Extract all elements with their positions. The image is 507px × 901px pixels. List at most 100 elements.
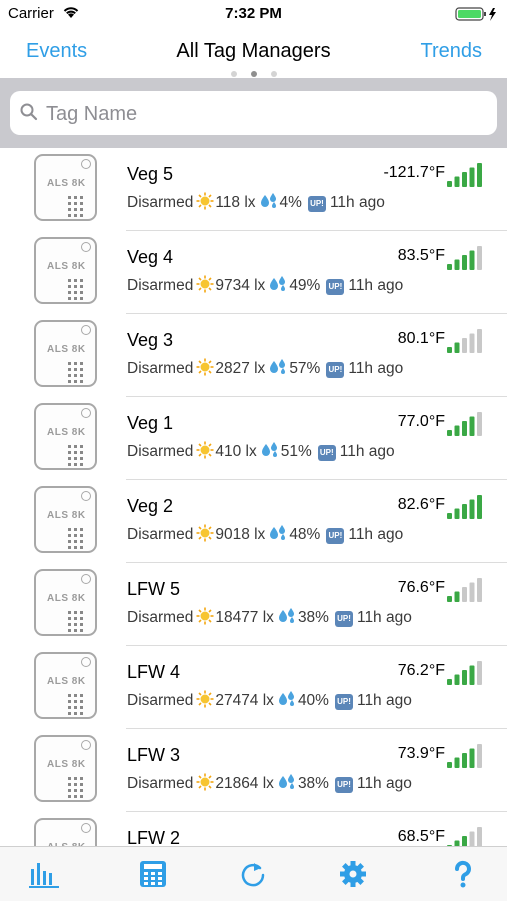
device-label: ALS 8K: [47, 427, 86, 438]
tag-temperature: 76.2°F: [397, 662, 445, 679]
signal-strength-icon: [445, 162, 485, 193]
search-input[interactable]: [44, 97, 488, 131]
sun-icon: [196, 607, 214, 630]
tag-humidity: 4%: [279, 194, 302, 211]
tag-temperature: 82.6°F: [397, 496, 445, 513]
tag-humidity: 38%: [297, 775, 329, 792]
tag-details: Disarmed 118 lx 4% UP! 11h ago: [127, 192, 385, 215]
signal-strength-icon: [445, 826, 485, 846]
up-badge-icon: UP!: [326, 528, 345, 544]
tag-name: Veg 3: [127, 330, 174, 350]
sun-icon: [196, 192, 214, 215]
page-dot[interactable]: [230, 71, 237, 77]
tag-name: LFW 4: [127, 662, 181, 682]
tag-details: Disarmed 18477 lx 38% UP! 11h ago: [127, 607, 412, 630]
tag-row[interactable]: ALS 8K Veg 1 77.0°F Disarmed 410 lx 51% UP! 11h…: [0, 397, 507, 480]
device-label: ALS 8K: [47, 759, 86, 770]
humidity-icon: [277, 690, 297, 713]
tag-humidity: 51%: [280, 443, 312, 460]
humidity-icon: [277, 773, 297, 796]
status-bar: Carrier 7:32 PM: [0, 0, 507, 28]
tag-details: Disarmed 9734 lx 49% UP! 11h ago: [127, 275, 403, 298]
gear-icon[interactable]: [338, 859, 370, 889]
tag-details: Disarmed 21864 lx 38% UP! 11h ago: [127, 773, 412, 796]
refresh-icon[interactable]: [238, 859, 270, 889]
humidity-icon: [260, 441, 280, 464]
humidity-icon: [277, 607, 297, 630]
signal-strength-icon: [445, 577, 485, 608]
tag-updated: 11h ago: [356, 775, 412, 792]
up-badge-icon: UP!: [326, 279, 345, 295]
tag-name: LFW 3: [127, 745, 181, 765]
tag-status: Disarmed: [127, 277, 194, 294]
tag-device-icon: ALS 8K: [34, 154, 97, 221]
signal-strength-icon: [445, 660, 485, 691]
up-badge-icon: UP!: [307, 196, 326, 212]
sun-icon: [196, 524, 214, 547]
tag-row[interactable]: ALS 8K Veg 5 -121.7°F Disarmed 118 lx 4% UP! 11…: [0, 148, 507, 231]
page-dot[interactable]: [270, 71, 277, 77]
signal-strength-icon: [445, 245, 485, 276]
tag-row[interactable]: ALS 8K Veg 4 83.5°F Disarmed 9734 lx 49% UP! 11…: [0, 231, 507, 314]
help-icon[interactable]: [448, 859, 480, 889]
tag-row[interactable]: ALS 8K LFW 3 73.9°F Disarmed 21864 lx 38% UP! 1…: [0, 729, 507, 812]
humidity-icon: [268, 524, 288, 547]
calculator-icon[interactable]: [138, 859, 170, 889]
tag-name: LFW 2: [127, 828, 181, 846]
sun-icon: [196, 275, 214, 298]
tag-row[interactable]: ALS 8K LFW 2 68.5°F: [0, 812, 507, 846]
device-label: ALS 8K: [47, 261, 86, 272]
tag-device-icon: ALS 8K: [34, 818, 97, 846]
tag-lux: 18477 lx: [215, 609, 274, 626]
sun-icon: [196, 773, 214, 796]
signal-strength-icon: [445, 743, 485, 774]
tag-updated: 11h ago: [329, 194, 385, 211]
tag-list[interactable]: ALS 8K Veg 5 -121.7°F Disarmed 118 lx 4% UP! 11…: [0, 148, 507, 846]
tag-details: Disarmed 2827 lx 57% UP! 11h ago: [127, 358, 403, 381]
tag-updated: 11h ago: [348, 360, 404, 377]
tag-temperature: 68.5°F: [397, 828, 445, 845]
up-badge-icon: UP!: [334, 777, 353, 793]
up-badge-icon: UP!: [334, 611, 353, 627]
search-field-container[interactable]: [10, 91, 497, 135]
tag-updated: 11h ago: [348, 526, 404, 543]
tag-status: Disarmed: [127, 360, 194, 377]
tag-row[interactable]: ALS 8K LFW 5 76.6°F Disarmed 18477 lx 38% UP! 1…: [0, 563, 507, 646]
tag-device-icon: ALS 8K: [34, 403, 97, 470]
tag-row[interactable]: ALS 8K Veg 2 82.6°F Disarmed 9018 lx 48% UP! 11…: [0, 480, 507, 563]
up-badge-icon: UP!: [326, 362, 345, 378]
signal-strength-icon: [445, 494, 485, 525]
tag-name: Veg 4: [127, 247, 174, 267]
tab-bar: [0, 846, 507, 901]
tag-name: Veg 2: [127, 496, 174, 516]
page-dot-active[interactable]: [250, 71, 257, 77]
device-label: ALS 8K: [47, 593, 86, 604]
humidity-icon: [268, 275, 288, 298]
humidity-icon: [259, 192, 279, 215]
tag-row[interactable]: ALS 8K LFW 4 76.2°F Disarmed 27474 lx 40% UP! 1…: [0, 646, 507, 729]
tag-temperature: 76.6°F: [397, 579, 445, 596]
tag-updated: 11h ago: [356, 609, 412, 626]
tag-row[interactable]: ALS 8K Veg 3 80.1°F Disarmed 2827 lx 57% UP! 11…: [0, 314, 507, 397]
tag-updated: 11h ago: [356, 692, 412, 709]
tag-name: Veg 1: [127, 413, 174, 433]
sun-icon: [196, 358, 214, 381]
device-label: ALS 8K: [47, 344, 86, 355]
device-label: ALS 8K: [47, 510, 86, 521]
tag-lux: 9018 lx: [215, 526, 266, 543]
tag-status: Disarmed: [127, 775, 194, 792]
tag-lux: 118 lx: [215, 194, 256, 211]
bar-chart-icon[interactable]: [28, 859, 60, 889]
search-bar: [0, 78, 507, 148]
tag-device-icon: ALS 8K: [34, 486, 97, 553]
trends-button[interactable]: Trends: [420, 40, 482, 63]
tag-humidity: 49%: [289, 277, 321, 294]
tag-lux: 27474 lx: [215, 692, 274, 709]
tag-device-icon: ALS 8K: [34, 237, 97, 304]
sun-icon: [196, 441, 214, 464]
tag-lux: 9734 lx: [215, 277, 266, 294]
tag-temperature: 73.9°F: [397, 745, 445, 762]
tag-humidity: 48%: [289, 526, 321, 543]
tag-humidity: 57%: [289, 360, 321, 377]
tag-humidity: 38%: [297, 609, 329, 626]
